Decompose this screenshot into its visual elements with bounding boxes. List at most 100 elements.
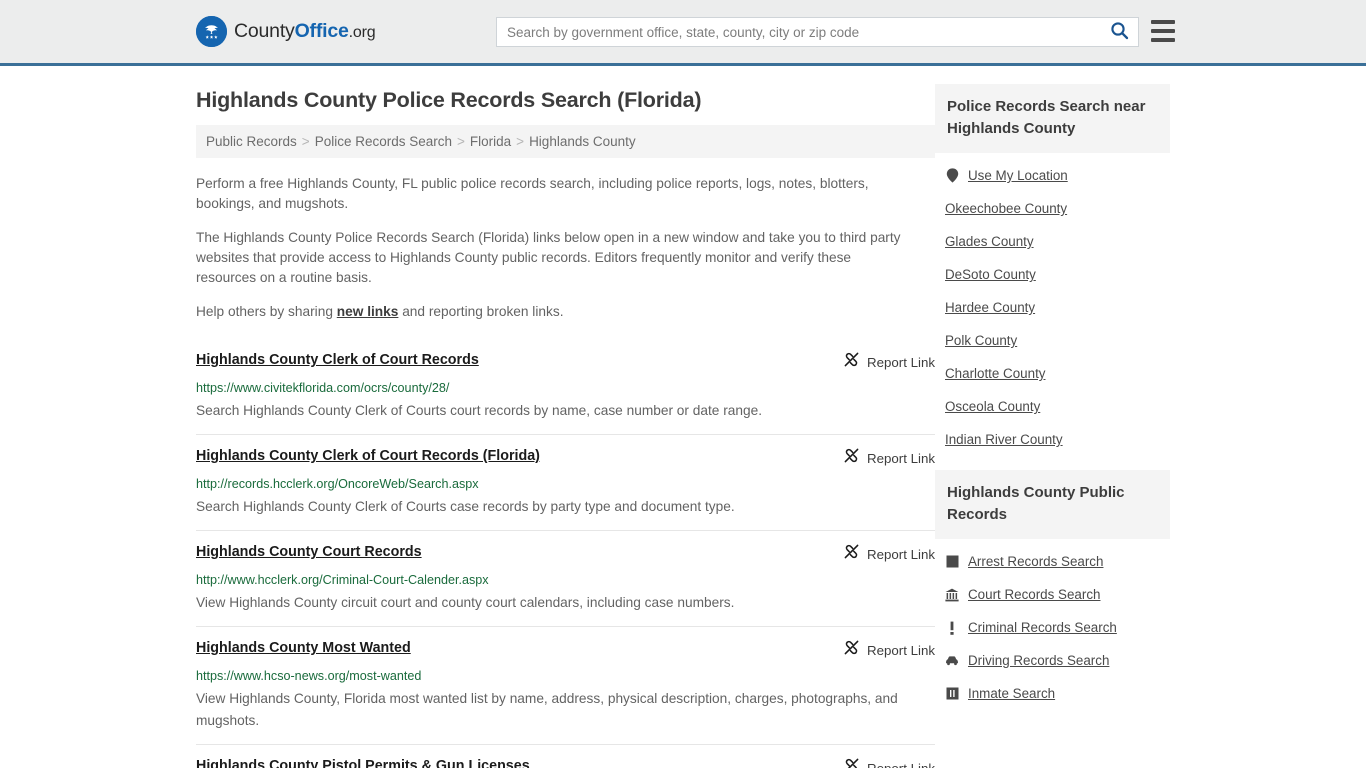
intro-paragraph-2: The Highlands County Police Records Sear… (196, 230, 901, 285)
sidebar-item[interactable]: Polk County (935, 324, 1170, 357)
broken-link-icon (843, 447, 860, 469)
result-url: https://www.civitekflorida.com/ocrs/coun… (196, 381, 450, 395)
sidebar-item-label[interactable]: Hardee County (945, 300, 1035, 315)
logo-text-org: .org (348, 24, 376, 41)
sidebar-item-label[interactable]: Criminal Records Search (968, 620, 1117, 635)
report-link-label: Report Link (867, 642, 935, 658)
report-link-button[interactable]: Report Link (831, 757, 935, 768)
breadcrumb-item-3[interactable]: Highlands County (529, 134, 636, 149)
broken-link-icon (843, 351, 860, 373)
result-title-link[interactable]: Highlands County Clerk of Court Records (196, 350, 479, 370)
logo-text-office: Office (294, 20, 349, 42)
sidebar-item-label[interactable]: Glades County (945, 234, 1034, 249)
result-item: Highlands County Most Wanted Report Link h… (196, 627, 935, 745)
sidebar-item[interactable]: Osceola County (935, 390, 1170, 423)
eagle-seal-icon (196, 16, 227, 47)
sidebar-item-label[interactable]: Okeechobee County (945, 201, 1067, 216)
report-link-button[interactable]: Report Link (831, 351, 935, 373)
sidebar-item[interactable]: Criminal Records Search (935, 611, 1170, 644)
sidebar-item[interactable]: Indian River County (935, 423, 1170, 456)
new-links-link[interactable]: new links (337, 304, 399, 319)
breadcrumb-item-1[interactable]: Police Records Search (315, 134, 452, 149)
result-item: Highlands County Clerk of Court Records … (196, 435, 935, 531)
intro-paragraph-1: Perform a free Highlands County, FL publ… (196, 176, 869, 211)
breadcrumb-separator: > (457, 134, 465, 149)
result-description: Search Highlands County Clerk of Courts … (196, 403, 763, 418)
sidebar-item-label[interactable]: Driving Records Search (968, 653, 1109, 668)
sidebar-box-heading: Police Records Search near Highlands Cou… (935, 84, 1170, 153)
report-link-button[interactable]: Report Link (831, 543, 935, 565)
sidebar-item[interactable]: Charlotte County (935, 357, 1170, 390)
help-prefix: Help others by sharing (196, 304, 337, 319)
site-header: CountyOffice.org (0, 0, 1366, 66)
main-content: Highlands County Police Records Search (… (196, 66, 935, 768)
broken-link-icon (843, 757, 860, 768)
site-logo[interactable]: CountyOffice.org (196, 16, 376, 47)
hamburger-bar (1151, 29, 1175, 33)
result-url: http://www.hcclerk.org/Criminal-Court-Ca… (196, 573, 489, 587)
fingerprint-square-icon (945, 555, 959, 568)
search-input[interactable] (497, 18, 1100, 46)
sidebar-item-label[interactable]: Court Records Search (968, 587, 1100, 602)
sidebar-box: Police Records Search near Highlands Cou… (935, 84, 1170, 456)
search-button[interactable] (1100, 18, 1138, 46)
result-item: Highlands County Court Records Report Lin… (196, 531, 935, 627)
hamburger-menu-icon[interactable] (1151, 20, 1175, 42)
result-url: http://records.hcclerk.org/OncoreWeb/Sea… (196, 477, 479, 491)
sidebar-item[interactable]: Inmate Search (935, 677, 1170, 710)
sidebar-item[interactable]: Okeechobee County (935, 192, 1170, 225)
sidebar-item-label[interactable]: Polk County (945, 333, 1017, 348)
sidebar-item-label[interactable]: Charlotte County (945, 366, 1045, 381)
sidebar-box: Highlands County Public Records Arrest Re… (935, 470, 1170, 710)
hamburger-bar (1151, 20, 1175, 24)
sidebar-link-list: Use My Location Okeechobee County Glades C… (935, 153, 1170, 456)
result-title-link[interactable]: Highlands County Clerk of Court Records … (196, 446, 540, 466)
exclamation-icon (945, 621, 959, 635)
car-icon (945, 655, 959, 666)
sidebar-item-label[interactable]: Use My Location (968, 168, 1068, 183)
result-header: Highlands County Pistol Permits & Gun Li… (196, 756, 935, 768)
sidebar-item[interactable]: Use My Location (935, 159, 1170, 192)
sidebar-item-label[interactable]: Osceola County (945, 399, 1040, 414)
report-link-button[interactable]: Report Link (831, 447, 935, 469)
result-header: Highlands County Clerk of Court Records R… (196, 350, 935, 373)
courthouse-icon (945, 588, 959, 602)
result-item: Highlands County Pistol Permits & Gun Li… (196, 745, 935, 768)
sidebar-item[interactable]: Glades County (935, 225, 1170, 258)
sidebar-item[interactable]: Court Records Search (935, 578, 1170, 611)
sidebar-item[interactable]: Driving Records Search (935, 644, 1170, 677)
sidebar-item-label[interactable]: Arrest Records Search (968, 554, 1103, 569)
logo-wordmark: CountyOffice.org (234, 20, 376, 43)
breadcrumb-item-0[interactable]: Public Records (206, 134, 297, 149)
breadcrumb-item-2[interactable]: Florida (470, 134, 511, 149)
jail-icon (945, 687, 959, 700)
logo-text-county: County (234, 20, 295, 42)
breadcrumb-separator: > (516, 134, 525, 149)
result-url: https://www.hcso-news.org/most-wanted (196, 669, 422, 683)
map-pin-icon (945, 168, 959, 183)
result-header: Highlands County Most Wanted Report Link (196, 638, 935, 661)
sidebar-item[interactable]: DeSoto County (935, 258, 1170, 291)
result-title-link[interactable]: Highlands County Most Wanted (196, 638, 411, 658)
search-icon (1110, 21, 1129, 43)
sidebar-item-label[interactable]: Indian River County (945, 432, 1063, 447)
result-title-link[interactable]: Highlands County Court Records (196, 542, 422, 562)
report-link-label: Report Link (867, 354, 935, 370)
broken-link-icon (843, 543, 860, 565)
sidebar-item[interactable]: Arrest Records Search (935, 545, 1170, 578)
help-paragraph: Help others by sharing new links and rep… (196, 302, 904, 322)
result-header: Highlands County Clerk of Court Records … (196, 446, 935, 469)
page-title: Highlands County Police Records Search (… (196, 88, 702, 112)
result-description: View Highlands County, Florida most want… (196, 691, 898, 728)
sidebar-item-label[interactable]: Inmate Search (968, 686, 1055, 701)
hamburger-bar (1151, 38, 1175, 42)
report-link-label: Report Link (867, 450, 935, 466)
sidebar-item[interactable]: Hardee County (935, 291, 1170, 324)
report-link-button[interactable]: Report Link (831, 639, 935, 661)
search-bar[interactable] (496, 17, 1139, 47)
result-description: View Highlands County circuit court and … (196, 595, 735, 610)
breadcrumb: Public Records > Police Records Search > Flo… (196, 125, 935, 158)
result-title-link[interactable]: Highlands County Pistol Permits & Gun Li… (196, 756, 530, 768)
sidebar-item-label[interactable]: DeSoto County (945, 267, 1036, 282)
page-body: Highlands County Police Records Search (… (0, 66, 1366, 768)
